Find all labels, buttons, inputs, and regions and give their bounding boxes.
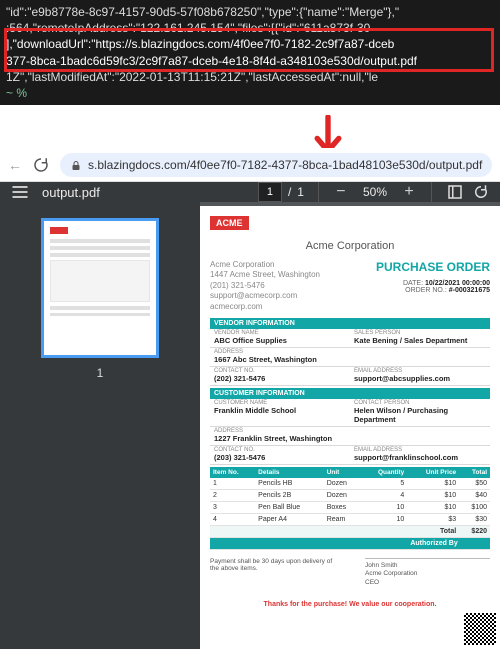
url-field[interactable]: s.blazingdocs.com/4f0ee7f0-7182-4377-8bc… bbox=[60, 153, 492, 177]
thumbnail-panel: 1 bbox=[0, 202, 200, 666]
signature: John Smith Acme Corporation CEO bbox=[365, 558, 490, 587]
back-icon[interactable]: ← bbox=[8, 157, 22, 173]
reload-icon[interactable] bbox=[32, 156, 50, 174]
pdf-page: ACME Acme Corporation Acme Corporation 1… bbox=[200, 206, 500, 666]
term-line: :564,"remoteIpAddress":"122.161.245.154"… bbox=[6, 20, 494, 36]
company-block: Acme Corporation 1447 Acme Street, Washi… bbox=[210, 260, 320, 312]
thanks-line: Thanks for the purchase! We value our co… bbox=[210, 601, 490, 608]
pdf-page-area[interactable]: ACME Acme Corporation Acme Corporation 1… bbox=[200, 202, 500, 666]
qr-code bbox=[464, 613, 496, 645]
table-row: 1Pencils HBDozen5$10$50 bbox=[210, 478, 490, 490]
term-prompt: ~ % bbox=[6, 85, 494, 101]
url-text: s.blazingdocs.com/4f0ee7f0-7182-4377-8bc… bbox=[88, 158, 482, 172]
term-line: 1Z","lastModifiedAt":"2022-01-13T11:15:2… bbox=[6, 69, 494, 85]
pdf-main: 1 ACME Acme Corporation Acme Corporation… bbox=[0, 202, 500, 666]
table-row: 2Pencils 2BDozen4$10$40 bbox=[210, 489, 490, 501]
lock-icon bbox=[70, 159, 82, 171]
term-line: "id":"e9b8778e-8c97-4157-90d5-57f08b6782… bbox=[6, 4, 494, 20]
pdf-title: output.pdf bbox=[42, 185, 100, 200]
terminal-output: "id":"e9b8778e-8c97-4157-90d5-57f08b6782… bbox=[0, 0, 500, 105]
table-row: 4Paper A4Ream10$3$30 bbox=[210, 513, 490, 525]
table-row: 3Pen Ball BlueBoxes10$10$100 bbox=[210, 501, 490, 513]
pdf-toolbar: output.pdf / 1 − 50% + bbox=[0, 182, 500, 202]
items-table: Item No.DetailsUnit QuantityUnit PriceTo… bbox=[210, 467, 490, 550]
customer-header: CUSTOMER INFORMATION bbox=[210, 388, 490, 399]
po-block: PURCHASE ORDER DATE: 10/22/2021 00:00:00… bbox=[376, 260, 490, 312]
pdf-viewer: output.pdf / 1 − 50% + bbox=[0, 182, 500, 649]
zoom-out-icon[interactable]: − bbox=[333, 183, 349, 201]
url-bar: ← s.blazingdocs.com/4f0ee7f0-7182-4377-8… bbox=[0, 148, 500, 182]
vendor-header: VENDOR INFORMATION bbox=[210, 318, 490, 329]
zoom-level: 50% bbox=[363, 185, 387, 199]
doc-title: Acme Corporation bbox=[210, 240, 490, 252]
separator bbox=[318, 182, 319, 202]
page-box: / 1 bbox=[258, 182, 304, 202]
brand-badge: ACME bbox=[210, 216, 249, 230]
separator bbox=[431, 182, 432, 202]
term-line: 377-8bca-1badc6d59fc3/2c9f7a87-dceb-4e18… bbox=[6, 53, 494, 69]
page-input[interactable] bbox=[258, 182, 282, 202]
zoom-in-icon[interactable]: + bbox=[401, 183, 417, 201]
thumbnail-label: 1 bbox=[0, 366, 200, 380]
page-sep: / bbox=[288, 185, 291, 199]
browser-window: ← s.blazingdocs.com/4f0ee7f0-7182-4377-8… bbox=[0, 148, 500, 649]
terms: Payment shall be 30 days upon delivery o… bbox=[210, 558, 335, 587]
menu-icon[interactable] bbox=[10, 182, 30, 202]
page-total: 1 bbox=[297, 185, 304, 199]
thumbnail[interactable] bbox=[41, 218, 159, 358]
term-line: ],"downloadUrl":"https://s.blazingdocs.c… bbox=[6, 36, 494, 52]
fit-page-icon[interactable] bbox=[446, 183, 464, 201]
rotate-icon[interactable] bbox=[472, 183, 490, 201]
